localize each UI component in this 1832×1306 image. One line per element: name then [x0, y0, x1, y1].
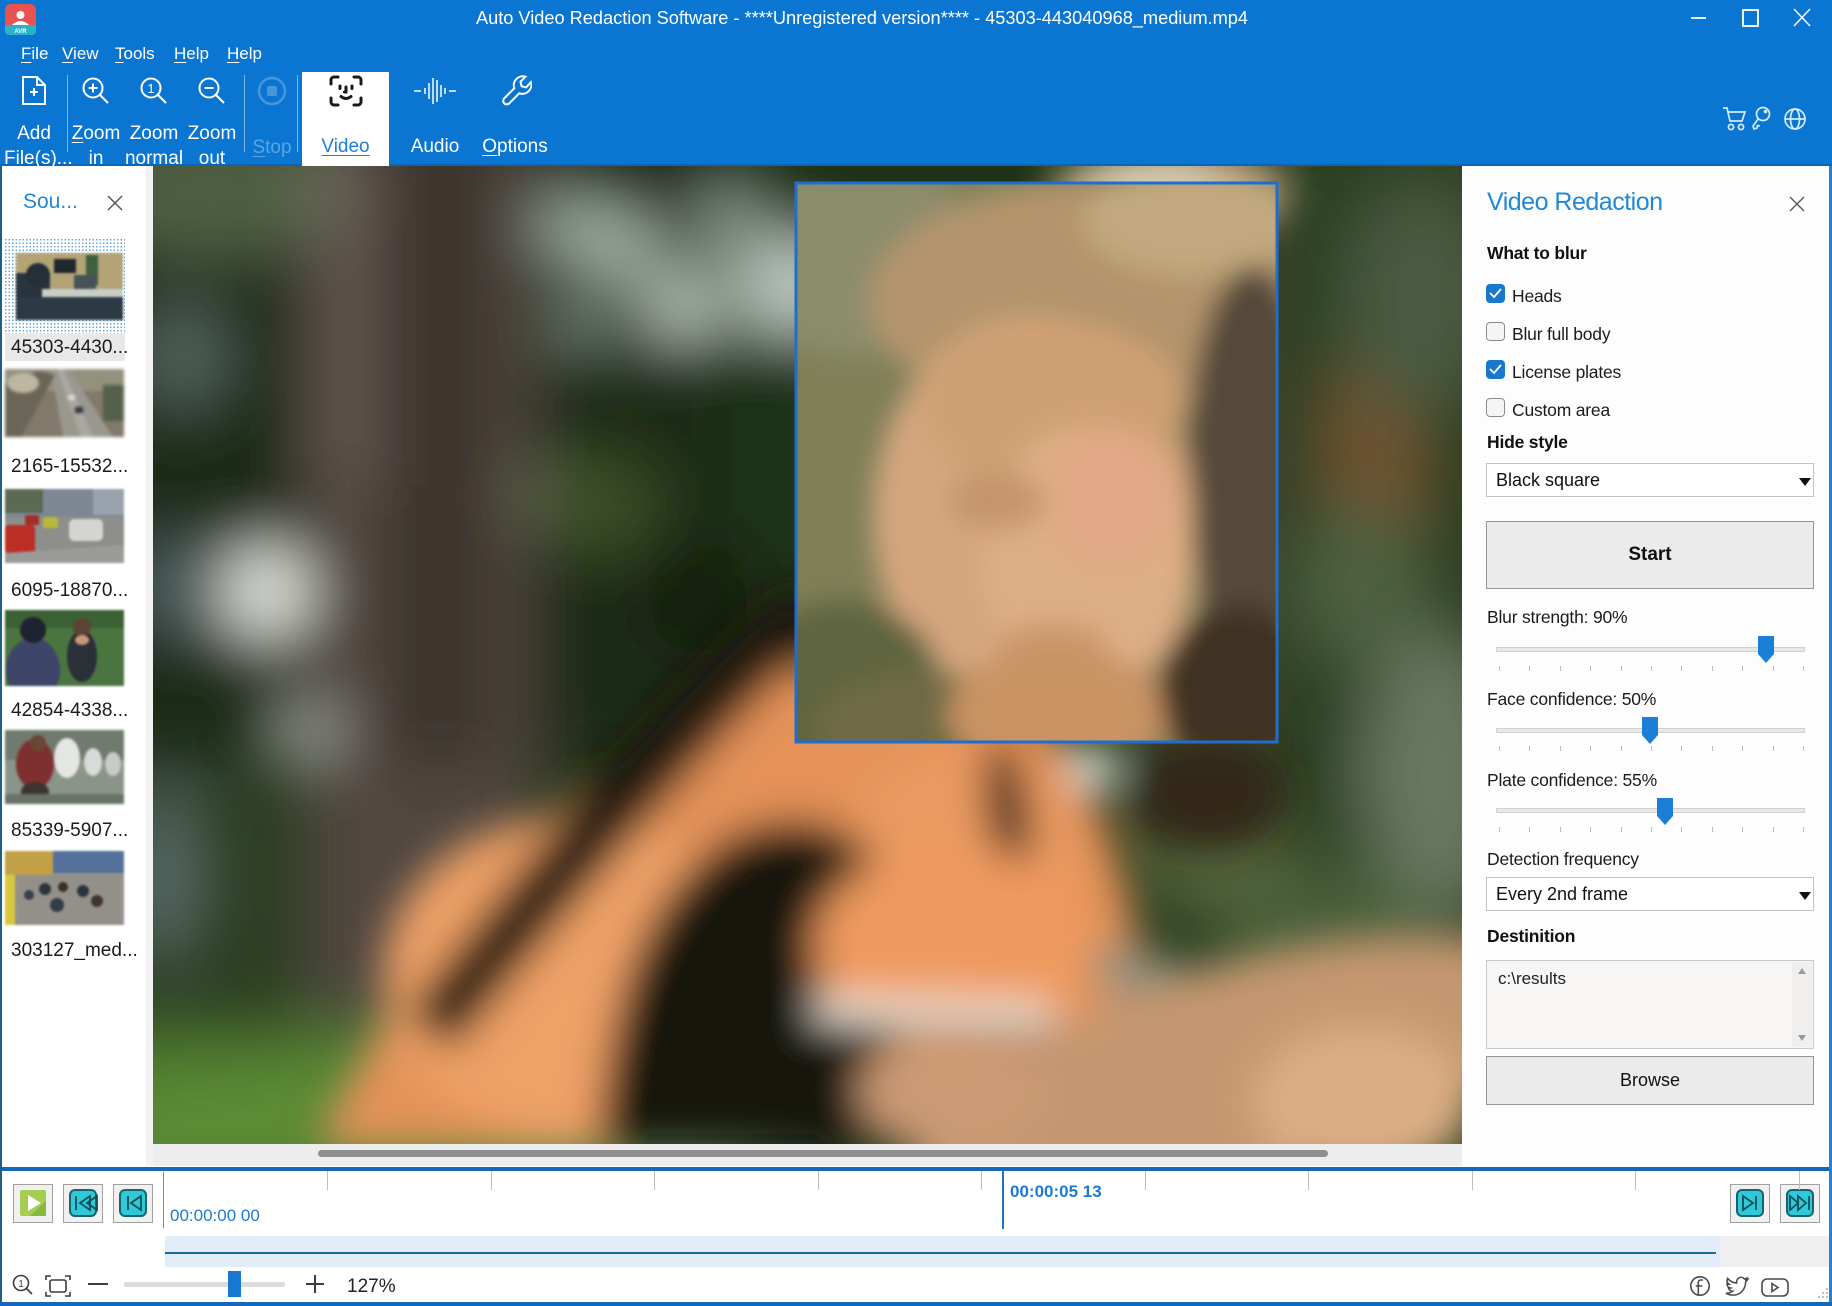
svg-text:1: 1	[18, 1279, 24, 1290]
svg-text:AVR: AVR	[14, 29, 27, 35]
svg-text:1: 1	[147, 81, 154, 96]
